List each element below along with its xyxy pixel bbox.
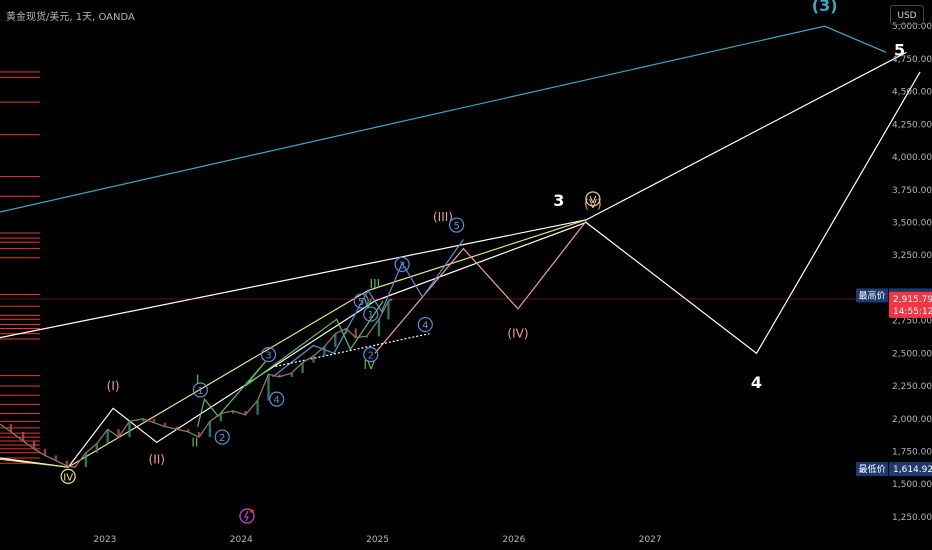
wave-line xyxy=(0,51,907,339)
y-tick-label: 4,250.000 xyxy=(892,120,932,130)
candle xyxy=(267,374,270,401)
wave-line xyxy=(0,25,887,213)
candle xyxy=(9,424,13,432)
candle xyxy=(128,421,131,438)
wave-label: (II) xyxy=(149,452,165,466)
candle xyxy=(176,426,179,430)
candle xyxy=(365,336,368,338)
candle xyxy=(290,372,293,377)
wave-label: (IV) xyxy=(507,327,528,341)
price-tags: 最高价2,942.7802,915.79514:55:12最低价1,614.92… xyxy=(0,288,932,477)
wave-label: (I) xyxy=(107,379,120,393)
y-tick-label: 4,000.000 xyxy=(892,153,932,163)
candle xyxy=(95,443,98,453)
candle xyxy=(32,441,36,449)
candle xyxy=(73,465,77,468)
price-tag-value: 2,915.795 xyxy=(893,295,932,305)
candle xyxy=(54,455,58,461)
candle xyxy=(208,421,212,438)
x-tick-label: 2026 xyxy=(502,535,525,545)
wave-label: 4 xyxy=(274,395,280,406)
price-tag-label: 最低价 xyxy=(858,463,885,475)
wave-label: (3) xyxy=(812,0,838,15)
candle xyxy=(354,328,357,338)
wave-label: 1 xyxy=(368,310,374,321)
x-tick-label: 2024 xyxy=(230,535,253,545)
candle xyxy=(312,355,315,363)
candle xyxy=(334,333,337,347)
candle xyxy=(278,374,281,377)
y-tick-label: 1,750.000 xyxy=(892,447,932,457)
wave-label: 3 xyxy=(399,260,405,271)
candle xyxy=(163,422,167,427)
wave-label: 5 xyxy=(453,221,459,232)
candle xyxy=(141,418,145,422)
candle xyxy=(43,448,47,456)
currency-button[interactable]: USD xyxy=(890,5,924,25)
wave-label: 4 xyxy=(751,373,762,392)
x-axis: 2023 2024 2025 2026 2027 xyxy=(94,535,662,545)
candle xyxy=(84,452,88,468)
candle xyxy=(21,431,25,442)
candle xyxy=(345,328,348,334)
alert-icon[interactable] xyxy=(239,508,255,524)
y-tick-label: 4,500.000 xyxy=(892,88,932,98)
candle xyxy=(256,400,259,415)
y-tick-label: 3,500.000 xyxy=(892,218,932,228)
price-tag-value: 1,614.925 xyxy=(893,465,932,475)
candle xyxy=(152,418,156,423)
wave-label: II xyxy=(191,435,198,449)
candle xyxy=(106,429,109,444)
candle xyxy=(65,460,68,466)
symbol-title: 黄金现货/美元, 1天, OANDA xyxy=(6,12,135,23)
x-tick-label: 2025 xyxy=(366,535,389,545)
y-tick-label: 3,250.000 xyxy=(892,251,932,261)
wave-label: 3 xyxy=(553,191,564,210)
wave-label: 2 xyxy=(219,433,225,444)
candle xyxy=(219,413,223,422)
x-tick-label: 2027 xyxy=(639,535,662,545)
y-tick-label: 1,500.000 xyxy=(892,480,932,490)
y-tick-label: 2,000.000 xyxy=(892,415,932,425)
y-tick-label: 3,750.000 xyxy=(892,186,932,196)
support-levels xyxy=(0,71,40,464)
candle xyxy=(231,410,235,414)
wave-lines xyxy=(0,25,921,468)
candle xyxy=(387,300,390,320)
price-chart[interactable]: 345(3)(I)(II)(III)(IV)(V)IIIIIIIVVVIV123… xyxy=(0,0,932,550)
y-tick-label: 2,750.000 xyxy=(892,317,932,327)
y-tick-label: 1,250.000 xyxy=(892,513,932,523)
wave-label: V xyxy=(590,195,597,206)
wave-label: 1 xyxy=(197,386,203,397)
price-tag-countdown: 14:55:12 xyxy=(893,307,932,317)
wave-line xyxy=(0,71,921,468)
wave-label: III xyxy=(370,277,381,291)
wave-line xyxy=(0,219,587,468)
candle xyxy=(186,429,190,432)
wave-label: 2 xyxy=(368,351,374,362)
y-tick-label: 2,250.000 xyxy=(892,382,932,392)
x-tick-label: 2023 xyxy=(94,535,117,545)
y-tick-label: 4,750.000 xyxy=(892,55,932,65)
candle xyxy=(244,410,247,415)
candle xyxy=(323,346,326,356)
chart-root: 3 4 5 (3) (I) (II) (III) (IV) (V) I II III IV V V IV 1 2 3… xyxy=(0,0,932,550)
wave-label: IV xyxy=(63,472,73,483)
y-axis: 5,000.0004,750.0004,500.0004,250.0004,00… xyxy=(892,22,932,523)
wave-label: 4 xyxy=(422,321,428,332)
price-tag-label: 最高价 xyxy=(858,289,885,301)
candle xyxy=(377,319,381,337)
candle xyxy=(301,362,304,373)
y-tick-label: 2,500.000 xyxy=(892,349,932,359)
candle xyxy=(117,429,120,438)
wave-labels: 345(3)(I)(II)(III)(IV)(V)IIIIIIIVVVIV123… xyxy=(60,0,905,484)
wave-label: 3 xyxy=(265,351,271,362)
